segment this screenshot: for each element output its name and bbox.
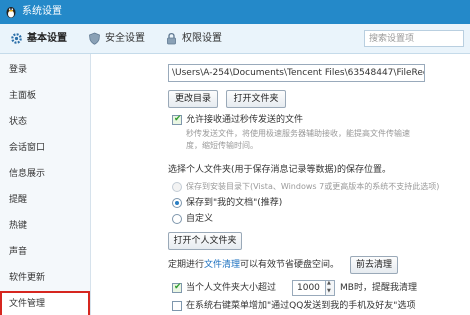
tab-label: 基本设置 xyxy=(27,33,67,44)
sidebar-item-sound[interactable]: 声音 xyxy=(0,239,90,265)
tab-permission-settings[interactable]: 权限设置 xyxy=(165,24,229,54)
size-reminder-suffix: MB时，提醒我清理 xyxy=(340,283,417,293)
cleanup-text-suffix: 可以有效节省硬盘空间。 xyxy=(240,260,340,270)
sidebar-item-chat-window[interactable]: 会话窗口 xyxy=(0,135,90,161)
open-folder-button[interactable]: 打开文件夹 xyxy=(226,90,286,108)
sidebar: 登录 主面板 状态 会话窗口 信息展示 提醒 热键 声音 软件更新 文件管理 xyxy=(0,54,91,315)
sidebar-item-login[interactable]: 登录 xyxy=(0,57,90,83)
window-title: 系统设置 xyxy=(22,6,62,17)
save-my-documents-radio[interactable] xyxy=(172,198,182,208)
flash-transfer-description-2: 度，缩短传输时间。 xyxy=(186,141,258,150)
tab-basic-settings[interactable]: 基本设置 xyxy=(8,24,70,54)
flash-transfer-description-1: 秒传发送文件，将使用极速服务器辅助接收，能提高文件传输速 xyxy=(186,129,410,138)
change-directory-button[interactable]: 更改目录 xyxy=(168,90,218,108)
tab-label: 权限设置 xyxy=(182,33,222,44)
cleanup-hint: 定期进行文件清理可以有效节省硬盘空间。 xyxy=(168,259,339,271)
search-placeholder: 搜索设置项 xyxy=(369,34,415,44)
lock-icon xyxy=(167,32,176,45)
save-install-dir-label: 保存到安装目录下(Vista、Windows 7或更高版本的系统不支持此选项) xyxy=(186,182,440,191)
open-personal-folder-button[interactable]: 打开个人文件夹 xyxy=(168,232,242,250)
allow-flash-transfer-label: 允许接收通过秒传发送的文件 xyxy=(186,115,304,125)
tab-security-settings[interactable]: 安全设置 xyxy=(88,24,152,54)
qq-penguin-icon xyxy=(6,7,16,18)
save-my-documents-label: 保存到"我的文档"(推荐) xyxy=(186,198,283,208)
size-reminder-prefix: 当个人文件夹大小超过 xyxy=(186,283,277,293)
allow-flash-transfer-checkbox[interactable] xyxy=(172,114,182,125)
cleanup-text-prefix: 定期进行 xyxy=(168,260,205,270)
sidebar-item-main-panel[interactable]: 主面板 xyxy=(0,83,90,109)
sidebar-item-status[interactable]: 状态 xyxy=(0,109,90,135)
sidebar-item-reminder[interactable]: 提醒 xyxy=(0,187,90,213)
tab-bar: 基本设置 安全设置 权限设置 搜索设置项 xyxy=(0,24,470,54)
sidebar-item-file-management[interactable]: 文件管理 xyxy=(0,291,90,315)
shield-icon xyxy=(89,32,100,45)
save-install-dir-radio xyxy=(172,182,182,192)
receive-path-field[interactable]: \Users\A-254\Documents\Tencent Files\635… xyxy=(168,64,425,82)
context-menu-label: 在系统右键菜单增加"通过QQ发送到我的手机及好友"选项 xyxy=(186,301,416,311)
size-limit-input[interactable]: 1000 xyxy=(292,280,326,296)
title-bar: 系统设置 xyxy=(0,0,470,24)
sidebar-item-software-update[interactable]: 软件更新 xyxy=(0,265,90,291)
file-settings-panel: \Users\A-254\Documents\Tencent Files\635… xyxy=(92,54,470,315)
size-reminder-checkbox[interactable] xyxy=(172,282,182,293)
sidebar-item-hotkeys[interactable]: 热键 xyxy=(0,213,90,239)
size-limit-stepper[interactable] xyxy=(326,280,335,296)
context-menu-checkbox[interactable] xyxy=(172,301,182,311)
personal-folder-heading: 选择个人文件夹(用于保存消息记录等数据)的保存位置。 xyxy=(168,165,392,175)
go-cleanup-button[interactable]: 前去清理 xyxy=(350,256,398,274)
tab-label: 安全设置 xyxy=(105,33,145,44)
gear-icon xyxy=(11,33,22,44)
custom-location-label: 自定义 xyxy=(186,214,214,224)
file-cleanup-link[interactable]: 文件清理 xyxy=(204,260,240,270)
custom-location-radio[interactable] xyxy=(172,214,182,224)
search-input[interactable]: 搜索设置项 xyxy=(364,30,464,47)
sidebar-item-info-display[interactable]: 信息展示 xyxy=(0,161,90,187)
